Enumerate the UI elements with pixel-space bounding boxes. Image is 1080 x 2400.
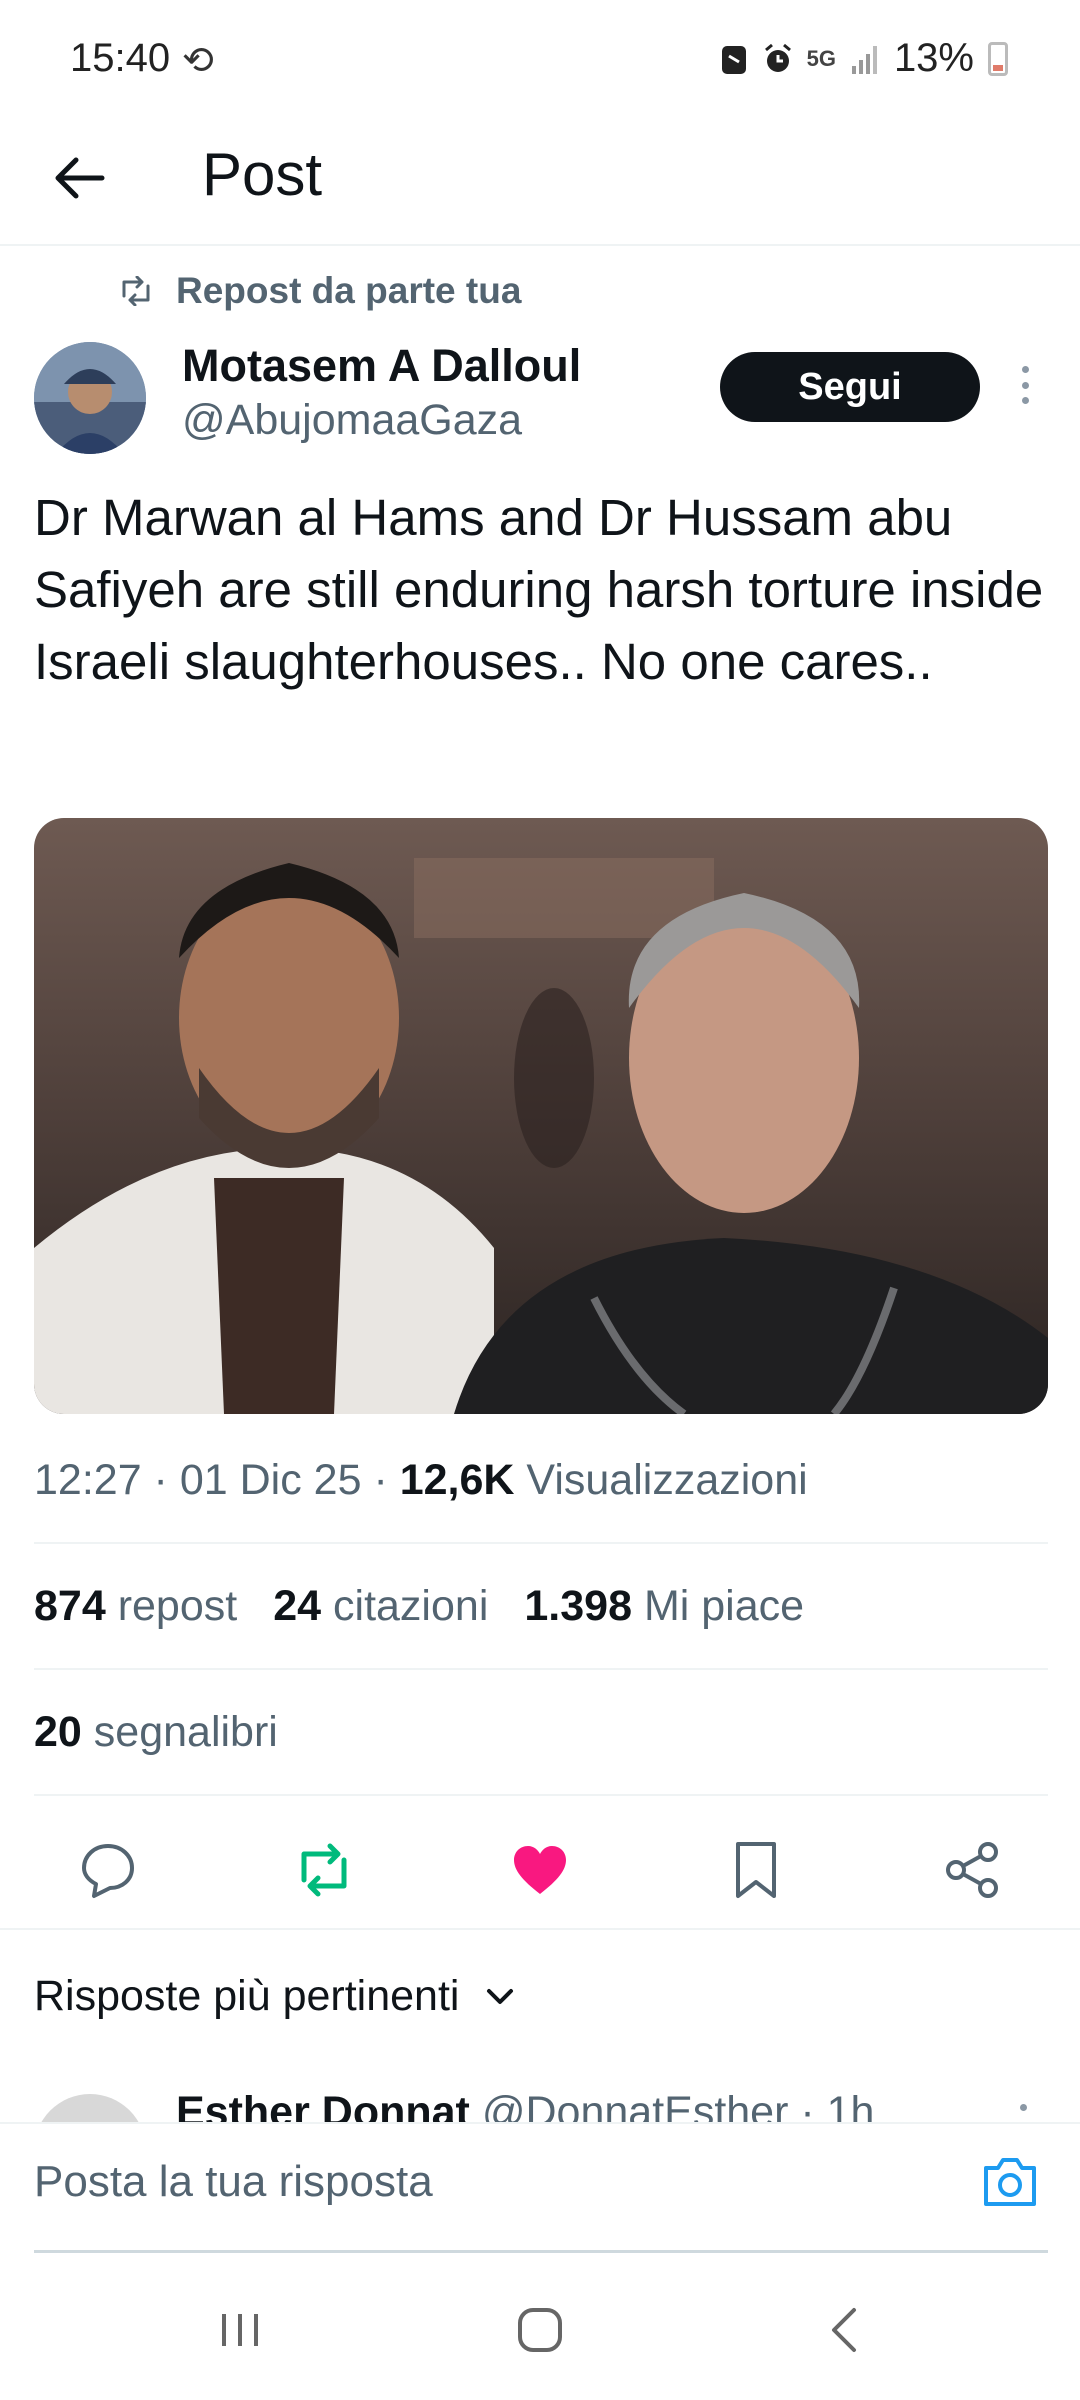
reply-author-meta: @DonnatEsther · 1h [481, 2088, 875, 2122]
author-name[interactable]: Motasem A Dalloul [182, 340, 581, 392]
more-options-icon[interactable] [1010, 360, 1040, 410]
heart-icon[interactable] [508, 1838, 572, 1902]
battery-icon [988, 41, 1008, 76]
follow-button[interactable]: Segui [720, 352, 980, 422]
repost-icon[interactable] [292, 1838, 356, 1902]
signal-icon [851, 45, 877, 74]
replies-sort-dropdown[interactable]: Risposte più pertinenti [34, 1972, 517, 2021]
reposts-label: repost [117, 1582, 238, 1630]
reply-author[interactable]: Esther Donnat @DonnatEsther · 1h [176, 2088, 874, 2122]
share-icon[interactable] [940, 1838, 1004, 1902]
reposts-stat[interactable]: 874 repost [34, 1582, 237, 1631]
author-avatar[interactable] [34, 342, 146, 454]
recent-apps-icon[interactable] [210, 2300, 270, 2360]
views-count: 12,6K [399, 1456, 515, 1504]
repost-label: Repost da parte tua [176, 270, 522, 311]
repost-indicator: Repost da parte tua [118, 270, 521, 312]
reply-input[interactable] [34, 2140, 974, 2224]
back-nav-icon[interactable] [816, 2300, 876, 2360]
divider [34, 1668, 1048, 1670]
replies-sort-label: Risposte più pertinenti [34, 1972, 460, 2020]
system-nav-bar [0, 2260, 1080, 2400]
post-time: 12:27 [34, 1456, 142, 1504]
reply-underline [34, 2250, 1048, 2253]
reply-composer [0, 2122, 1080, 2253]
divider [0, 1928, 1080, 1930]
status-time: 15:40 [70, 36, 171, 80]
action-bar [0, 1810, 1080, 1930]
likes-count: 1.398 [524, 1582, 632, 1630]
home-icon[interactable] [510, 2300, 570, 2360]
divider [34, 1794, 1048, 1796]
sync-icon: ⟲ [182, 40, 214, 82]
post-meta: 12:27 · 01 Dic 25 · 12,6K Visualizzazion… [34, 1456, 808, 1504]
top-header: Post [0, 120, 1080, 246]
reply-more-icon[interactable] [1020, 2104, 1027, 2111]
network-label: 5G [806, 45, 836, 71]
repost-small-icon [122, 276, 150, 306]
post-text: Dr Marwan al Hams and Dr Hussam abu Safi… [34, 489, 1044, 690]
post-date: 01 Dic 25 [179, 1456, 362, 1504]
quotes-count: 24 [273, 1582, 322, 1630]
back-arrow-icon[interactable] [40, 138, 120, 218]
quotes-label: citazioni [333, 1582, 489, 1630]
likes-label: Mi piace [643, 1582, 805, 1630]
divider [34, 1542, 1048, 1544]
status-icons: 5G 13% [719, 36, 1008, 81]
bookmarks-label: segnalibri [93, 1708, 278, 1756]
nfc-icon [721, 45, 746, 74]
status-bar: 15:40 ⟲ 5G 13% [0, 0, 1080, 120]
chevron-down-icon [487, 1988, 514, 2004]
views-label: Visualizzazioni [526, 1456, 808, 1504]
page-title: Post [202, 141, 323, 208]
reply-author-name: Esther Donnat [176, 2088, 470, 2122]
bookmarks-stat: 20 segnalibri [34, 1708, 278, 1757]
alarm-icon [764, 43, 791, 72]
author-handle[interactable]: @AbujomaaGaza [182, 396, 522, 445]
post-image[interactable] [34, 818, 1048, 1414]
engagement-stats: 874 repost 24 citazioni 1.398 Mi piace [34, 1582, 804, 1631]
battery-percent: 13% [893, 36, 974, 80]
likes-stat[interactable]: 1.398 Mi piace [524, 1582, 804, 1631]
reply-avatar[interactable] [34, 2094, 146, 2122]
reply-icon[interactable] [76, 1838, 140, 1902]
quotes-stat[interactable]: 24 citazioni [273, 1582, 488, 1631]
bookmarks-count: 20 [34, 1708, 82, 1756]
bookmark-icon[interactable] [724, 1838, 788, 1902]
reply-item[interactable]: Esther Donnat @DonnatEsther · 1h [0, 2080, 1080, 2122]
reposts-count: 874 [34, 1582, 106, 1630]
camera-icon[interactable] [980, 2154, 1040, 2210]
